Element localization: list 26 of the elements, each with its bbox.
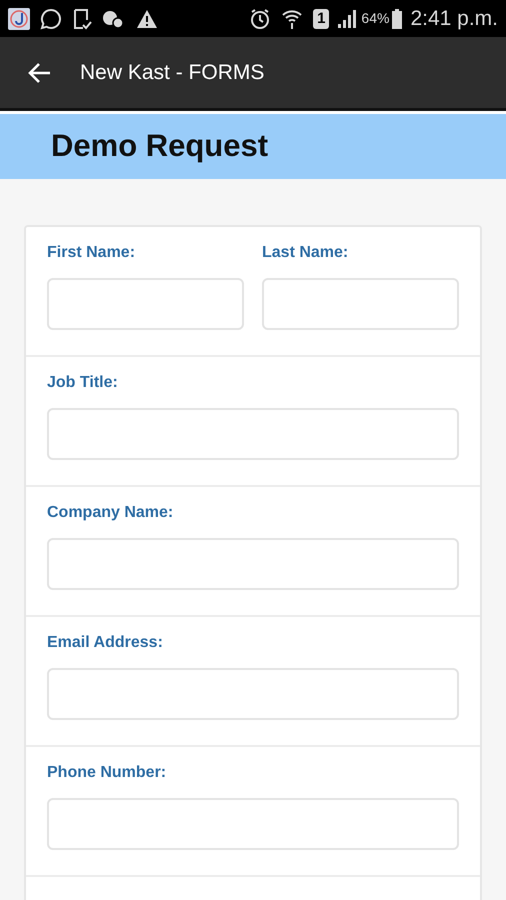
app-icon xyxy=(8,8,30,30)
form-title: Demo Request xyxy=(51,127,268,166)
tablet-check-icon xyxy=(72,8,92,30)
field-label: Job Title: xyxy=(47,373,119,393)
battery-percent: 64% xyxy=(361,9,390,28)
wifi-icon xyxy=(281,8,304,30)
input-field[interactable] xyxy=(47,798,459,850)
input-field[interactable] xyxy=(47,668,459,720)
sim-slot-label: 1 xyxy=(313,8,330,28)
battery-icon xyxy=(392,8,402,28)
input-field[interactable] xyxy=(47,408,459,460)
input-field[interactable] xyxy=(262,278,459,330)
field-label: First Name: xyxy=(47,243,136,263)
signal-icon xyxy=(337,8,358,28)
field-label: Email Address: xyxy=(47,633,164,653)
input-field[interactable] xyxy=(47,538,459,590)
chat-bubble-icon xyxy=(40,8,62,30)
input-field[interactable] xyxy=(47,278,244,330)
back-arrow-icon xyxy=(28,62,52,84)
field-label: Company Name: xyxy=(47,503,174,523)
warning-icon xyxy=(136,8,158,28)
alarm-clock-icon xyxy=(249,8,272,30)
clock-time: 2:41 p.m. xyxy=(410,6,498,32)
app-title: New Kast - FORMS xyxy=(80,60,264,86)
field-label: Phone Number: xyxy=(47,763,168,783)
field-label: Last Name: xyxy=(262,243,350,263)
